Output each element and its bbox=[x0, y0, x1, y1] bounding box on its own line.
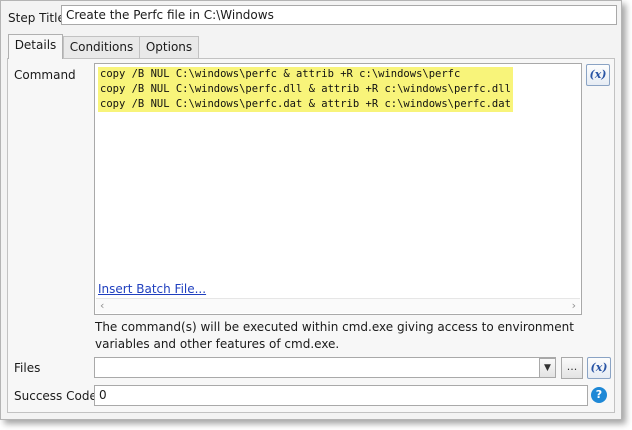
insert-batch-file-link[interactable]: Insert Batch File... bbox=[98, 282, 206, 296]
tab-details[interactable]: Details bbox=[8, 34, 63, 59]
command-variable-button[interactable]: (x) bbox=[586, 64, 610, 86]
command-line: copy /B NUL C:\windows\perfc.dll & attri… bbox=[98, 82, 513, 97]
help-icon[interactable]: ? bbox=[591, 387, 607, 403]
scroll-left-icon[interactable]: ‹ bbox=[100, 299, 104, 313]
command-help-text: The command(s) will be executed within c… bbox=[95, 320, 574, 351]
files-dropdown-button[interactable]: ▼ bbox=[539, 358, 556, 378]
step-title-label: Step Title bbox=[8, 11, 65, 25]
step-title-input[interactable]: Create the Perfc file in C:\Windows bbox=[61, 5, 617, 25]
files-label: Files bbox=[14, 361, 41, 375]
step-editor-dialog: Step Title Create the Perfc file in C:\W… bbox=[0, 0, 622, 420]
command-line: copy /B NUL C:\windows\perfc.dat & attri… bbox=[98, 97, 513, 112]
command-lines: copy /B NUL C:\windows\perfc & attrib +R… bbox=[98, 67, 513, 112]
command-line: copy /B NUL C:\windows\perfc & attrib +R… bbox=[98, 67, 513, 82]
chevron-down-icon: ▼ bbox=[544, 363, 551, 373]
files-browse-button[interactable]: ... bbox=[561, 357, 583, 379]
files-variable-button[interactable]: (x) bbox=[587, 357, 611, 379]
horizontal-scrollbar[interactable]: ‹ › bbox=[96, 298, 580, 313]
scroll-right-icon[interactable]: › bbox=[572, 299, 576, 313]
command-label: Command bbox=[14, 68, 76, 82]
files-input[interactable] bbox=[94, 357, 556, 378]
command-editor[interactable]: copy /B NUL C:\windows\perfc & attrib +R… bbox=[94, 63, 582, 315]
success-codes-input[interactable]: 0 bbox=[94, 385, 588, 406]
tab-options[interactable]: Options bbox=[139, 36, 199, 58]
success-codes-label: Success Codes bbox=[14, 389, 104, 403]
tab-conditions[interactable]: Conditions bbox=[63, 36, 140, 58]
